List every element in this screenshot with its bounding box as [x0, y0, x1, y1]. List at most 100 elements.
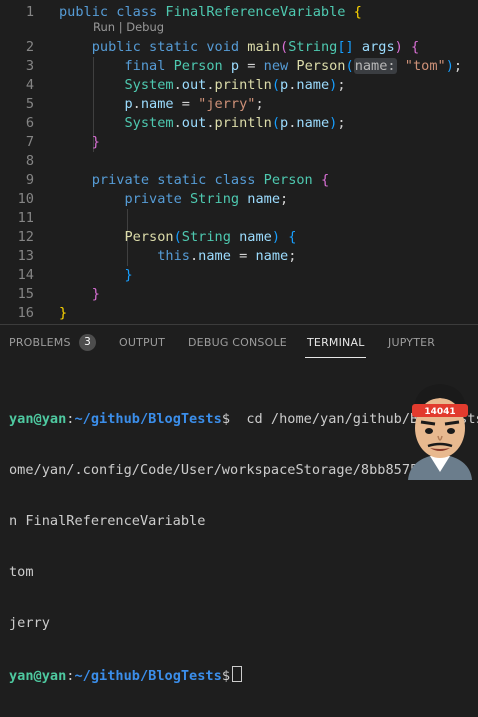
code-token: out	[181, 77, 207, 93]
code-token: .	[206, 115, 215, 131]
code-line[interactable]: 15 }	[0, 285, 478, 304]
code-text: public class FinalReferenceVariable {	[59, 3, 362, 22]
code-token: public	[91, 39, 141, 55]
code-token: .	[173, 77, 182, 93]
code-token: name	[296, 77, 330, 93]
code-token: out	[181, 115, 207, 131]
code-text: final Person p = new Person(name: "tom")…	[59, 57, 462, 76]
code-line[interactable]: 10 private String name;	[0, 190, 478, 209]
code-text: p.name = "jerry";	[59, 95, 264, 114]
line-number: 7	[25, 134, 34, 150]
code-token: ;	[255, 96, 264, 112]
code-line[interactable]: 11	[0, 209, 478, 228]
prompt-path: ~/github/BlogTests	[74, 411, 222, 427]
code-token: {	[320, 172, 330, 188]
code-text: }	[59, 133, 100, 152]
line-number: 9	[25, 172, 34, 188]
tab-problems[interactable]: PROBLEMS	[9, 336, 71, 349]
code-token: (	[173, 229, 182, 245]
code-line[interactable]: 7 }	[0, 133, 478, 152]
line-number: 3	[25, 58, 34, 74]
code-line[interactable]: 1 public class FinalReferenceVariable {	[0, 3, 478, 22]
headband-text: 14041	[424, 407, 455, 417]
code-token: ;	[280, 191, 289, 207]
code-token: }	[91, 286, 100, 302]
code-line[interactable]: 2 public static void main(String[] args)…	[0, 38, 478, 57]
code-token: String	[181, 229, 231, 245]
code-line[interactable]: 16}	[0, 304, 478, 323]
code-token: this	[157, 248, 190, 264]
code-line[interactable]: 5 p.name = "jerry";	[0, 95, 478, 114]
code-line[interactable]: 8	[0, 152, 478, 171]
line-number: 12	[17, 229, 34, 245]
code-editor[interactable]: Run | Debug 1 public class FinalReference…	[0, 0, 478, 324]
code-line[interactable]: 6 System.out.println(p.name);	[0, 114, 478, 133]
tab-jupyter[interactable]: JUPYTER	[388, 336, 435, 349]
problems-count-badge: 3	[79, 334, 96, 351]
line-number: 13	[17, 248, 34, 264]
code-token: public	[59, 4, 109, 20]
codelens-run-debug[interactable]: Run | Debug	[93, 20, 164, 34]
code-token: {	[411, 39, 420, 55]
code-token: .	[132, 96, 141, 112]
line-number: 2	[25, 39, 34, 55]
avatar: 14041	[402, 380, 478, 480]
code-line[interactable]: 9 private static class Person {	[0, 171, 478, 190]
code-text: }	[59, 285, 100, 304]
code-token: println	[214, 115, 272, 131]
code-token: {	[288, 229, 297, 245]
code-line[interactable]: 14 }	[0, 266, 478, 285]
code-line[interactable]: 3 final Person p = new Person(name: "tom…	[0, 57, 478, 76]
code-token: )	[445, 58, 454, 74]
line-number: 11	[17, 210, 34, 226]
code-text: private String name;	[59, 190, 288, 209]
code-token: {	[353, 4, 362, 20]
tab-terminal[interactable]: TERMINAL	[307, 336, 365, 349]
line-number: 16	[17, 305, 34, 321]
code-token: String	[288, 39, 338, 55]
code-token: class	[116, 4, 158, 20]
code-token: static	[149, 39, 199, 55]
line-number: 15	[17, 286, 34, 302]
code-token: (	[280, 39, 289, 55]
cartoon-face-icon: 14041	[408, 384, 472, 480]
tab-output[interactable]: OUTPUT	[119, 336, 165, 349]
line-number: 10	[17, 191, 34, 207]
code-token: ;	[453, 58, 463, 74]
code-line[interactable]: 12 Person(String name) {	[0, 228, 478, 247]
parameter-hint: name:	[353, 58, 397, 74]
code-token: static	[157, 172, 207, 188]
code-token: name	[198, 248, 231, 264]
code-line[interactable]: 4 System.out.println(p.name);	[0, 76, 478, 95]
tab-debug-console[interactable]: DEBUG CONSOLE	[188, 336, 287, 349]
code-token: Person	[124, 229, 174, 245]
code-token: args	[361, 39, 395, 55]
code-text: Person(String name) {	[59, 228, 296, 247]
code-token: }	[59, 305, 68, 321]
line-number: 1	[25, 4, 34, 20]
prompt-dollar: $	[221, 411, 230, 427]
code-token: p	[124, 96, 133, 112]
code-text: System.out.println(p.name);	[59, 114, 345, 133]
code-token: Person	[173, 58, 223, 74]
code-token: String	[189, 191, 240, 207]
code-line[interactable]: 13 this.name = name;	[0, 247, 478, 266]
terminal-cursor[interactable]	[232, 666, 242, 682]
